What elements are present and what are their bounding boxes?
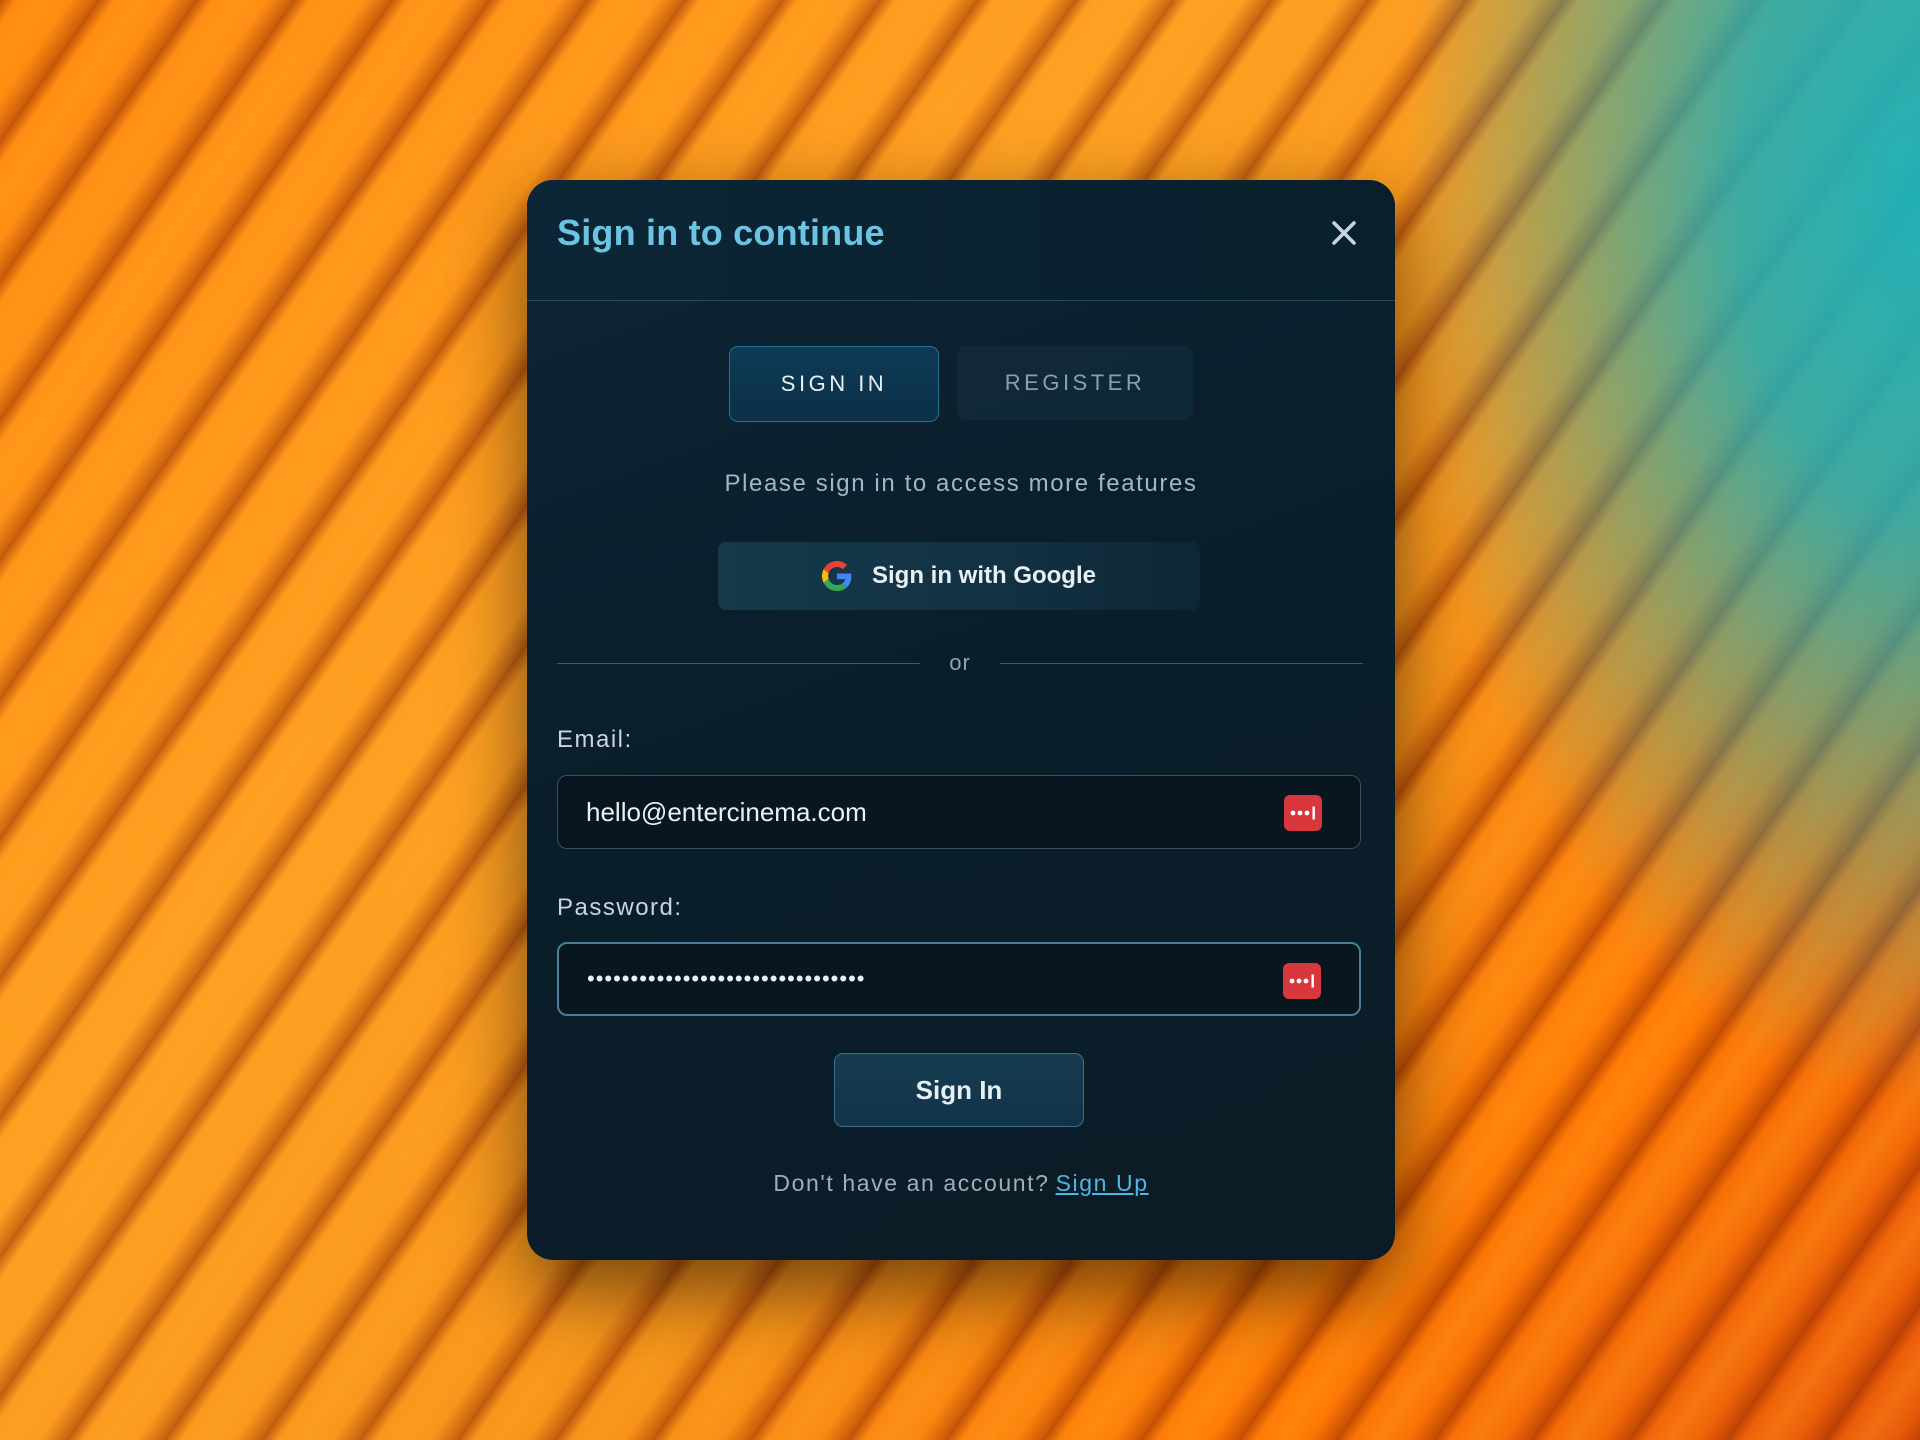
email-field-wrapper <box>557 775 1361 849</box>
close-icon <box>1332 221 1356 245</box>
sign-in-modal: Sign in to continue SIGN IN REGISTER Ple… <box>527 180 1395 1260</box>
password-field[interactable] <box>587 944 1267 1014</box>
password-label: Password: <box>557 894 683 921</box>
google-button-label: Sign in with Google <box>872 562 1096 589</box>
password-manager-icon[interactable] <box>1284 795 1322 831</box>
password-manager-icon[interactable] <box>1283 963 1321 999</box>
subtitle: Please sign in to access more features <box>724 470 1198 497</box>
tab-register[interactable]: REGISTER <box>957 346 1193 420</box>
auth-tabs: SIGN IN REGISTER <box>527 346 1395 422</box>
email-field[interactable] <box>586 776 1266 848</box>
google-icon <box>822 561 852 591</box>
or-divider: or <box>557 650 1363 676</box>
close-button[interactable] <box>1321 210 1367 256</box>
sign-in-button[interactable]: Sign In <box>834 1053 1084 1127</box>
signup-prompt-text: Don't have an account? <box>773 1170 1050 1196</box>
modal-title: Sign in to continue <box>557 212 885 253</box>
divider-text: or <box>949 650 971 675</box>
google-sign-in-button[interactable]: Sign in with Google <box>718 542 1200 610</box>
modal-header: Sign in to continue <box>527 180 1395 301</box>
tab-sign-in[interactable]: SIGN IN <box>729 346 939 422</box>
signup-prompt: Don't have an account? Sign Up <box>527 1170 1395 1197</box>
divider-line-right <box>1000 662 1363 664</box>
email-label: Email: <box>557 726 633 753</box>
sign-up-link[interactable]: Sign Up <box>1056 1170 1149 1196</box>
password-field-wrapper <box>557 942 1361 1016</box>
divider-line-left <box>557 662 920 664</box>
